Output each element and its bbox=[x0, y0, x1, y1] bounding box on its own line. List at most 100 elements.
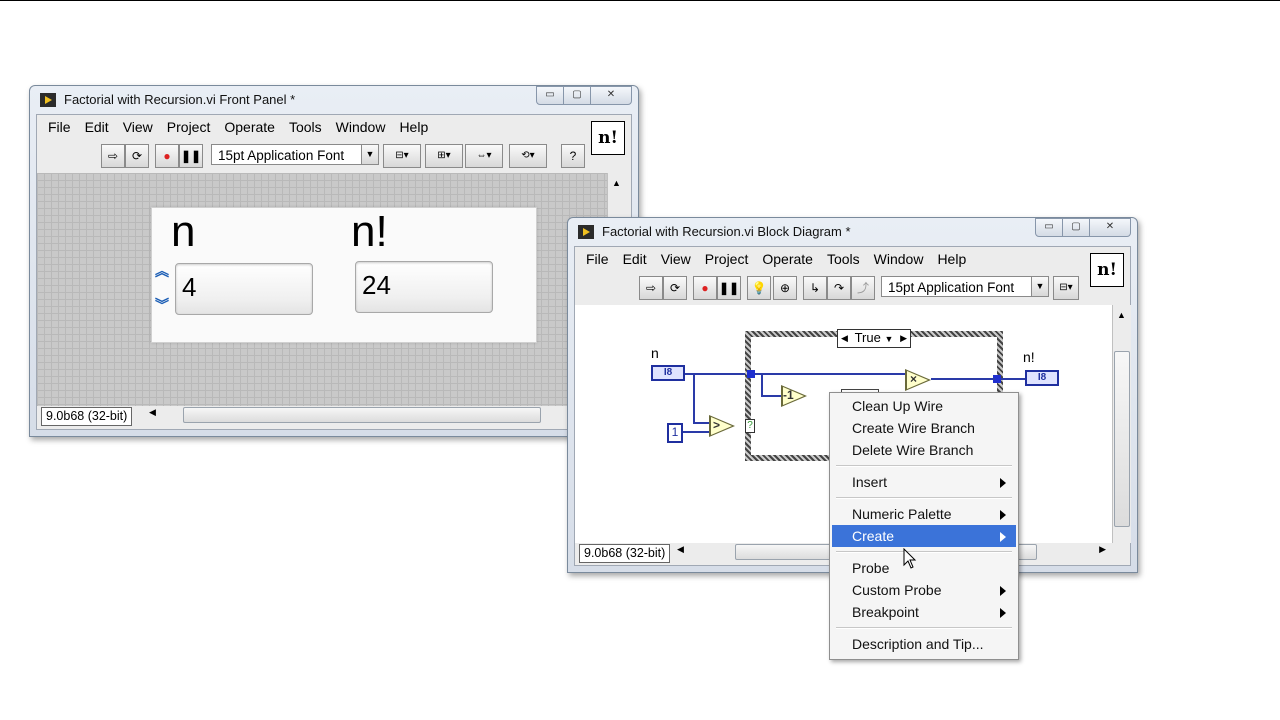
horizontal-scrollbar[interactable]: ◀ bbox=[147, 406, 625, 423]
menu-project[interactable]: Project bbox=[698, 251, 756, 267]
n-numeric-control[interactable]: 4 bbox=[175, 263, 313, 315]
align-objects-icon[interactable]: ⊟▾ bbox=[383, 144, 421, 168]
step-out-icon[interactable]: ⤴ bbox=[851, 276, 875, 300]
distribute-objects-icon[interactable]: ⊞▾ bbox=[425, 144, 463, 168]
menu-window[interactable]: Window bbox=[329, 119, 393, 135]
nfact-output-terminal[interactable]: I8 bbox=[1025, 370, 1059, 386]
scroll-up-icon[interactable]: ▲ bbox=[612, 178, 621, 188]
menu-item-create-wire-branch[interactable]: Create Wire Branch bbox=[832, 417, 1016, 439]
wire[interactable] bbox=[693, 373, 695, 423]
input-tunnel[interactable] bbox=[747, 370, 755, 378]
close-button[interactable]: ✕ bbox=[590, 86, 632, 105]
block-diagram-titlebar[interactable]: Factorial with Recursion.vi Block Diagra… bbox=[568, 218, 1137, 246]
menu-item-probe[interactable]: Probe bbox=[832, 557, 1016, 579]
abort-icon[interactable]: ● bbox=[155, 144, 179, 168]
scroll-left-icon[interactable]: ◀ bbox=[677, 544, 684, 555]
wire[interactable] bbox=[761, 373, 763, 397]
wire[interactable] bbox=[1001, 378, 1027, 380]
n-input-terminal[interactable]: I8 bbox=[651, 365, 685, 381]
scroll-right-icon[interactable]: ▶ bbox=[1099, 544, 1106, 555]
menu-item-label: Breakpoint bbox=[852, 604, 919, 620]
scroll-thumb[interactable] bbox=[183, 407, 541, 423]
pause-icon[interactable]: ❚❚ bbox=[717, 276, 741, 300]
menu-item-clean-up-wire[interactable]: Clean Up Wire bbox=[832, 395, 1016, 417]
multiply-node[interactable] bbox=[905, 369, 931, 391]
menu-tools[interactable]: Tools bbox=[820, 251, 867, 267]
submenu-arrow-icon bbox=[1000, 532, 1006, 542]
menu-edit[interactable]: Edit bbox=[616, 251, 654, 267]
wire[interactable] bbox=[755, 373, 905, 375]
run-continuously-icon[interactable]: ⟳ bbox=[125, 144, 149, 168]
menu-item-breakpoint[interactable]: Breakpoint bbox=[832, 601, 1016, 623]
window-title: Factorial with Recursion.vi Block Diagra… bbox=[602, 224, 851, 239]
menu-file[interactable]: File bbox=[579, 251, 616, 267]
step-over-icon[interactable]: ↷ bbox=[827, 276, 851, 300]
scroll-left-icon[interactable]: ◀ bbox=[149, 407, 156, 418]
menu-item-insert[interactable]: Insert bbox=[832, 471, 1016, 493]
close-button[interactable]: ✕ bbox=[1089, 218, 1131, 237]
resize-objects-icon[interactable]: ⇔▾ bbox=[465, 144, 503, 168]
menu-item-label: Create Wire Branch bbox=[852, 420, 975, 436]
menu-file[interactable]: File bbox=[41, 119, 78, 135]
vi-connector-icon[interactable]: n! bbox=[591, 121, 625, 155]
toolbar: ⇨ ⟳ ● ❚❚ 💡 ⊕ ↳ ↷ ⤴ 15pt Application Font… bbox=[575, 273, 1079, 301]
menu-operate[interactable]: Operate bbox=[217, 119, 282, 135]
menu-item-create[interactable]: Create bbox=[832, 525, 1016, 547]
align-objects-icon[interactable]: ⊟▾ bbox=[1053, 276, 1079, 300]
menu-window[interactable]: Window bbox=[867, 251, 931, 267]
wire[interactable] bbox=[931, 378, 995, 380]
minimize-button[interactable]: ▭ bbox=[536, 86, 564, 105]
constant-one[interactable]: 1 bbox=[667, 423, 683, 443]
vertical-scrollbar[interactable]: ▲ bbox=[1112, 305, 1131, 543]
menu-item-numeric-palette[interactable]: Numeric Palette bbox=[832, 503, 1016, 525]
menu-item-description-and-tip[interactable]: Description and Tip... bbox=[832, 633, 1016, 655]
menu-item-custom-probe[interactable]: Custom Probe bbox=[832, 579, 1016, 601]
input-terminal-label: n bbox=[651, 345, 659, 361]
submenu-arrow-icon bbox=[1000, 586, 1006, 596]
scroll-up-icon[interactable]: ▲ bbox=[1117, 310, 1126, 320]
chevron-down-icon: ▼ bbox=[884, 334, 894, 344]
run-arrow-icon[interactable]: ⇨ bbox=[639, 276, 663, 300]
increment-icon[interactable]: ︽ bbox=[155, 261, 169, 281]
menu-separator bbox=[836, 551, 1012, 553]
run-arrow-icon[interactable]: ⇨ bbox=[101, 144, 125, 168]
menu-item-delete-wire-branch[interactable]: Delete Wire Branch bbox=[832, 439, 1016, 461]
case-prev-icon[interactable]: ◀ bbox=[841, 330, 848, 346]
scroll-thumb[interactable] bbox=[1114, 351, 1130, 527]
font-selector[interactable]: 15pt Application Font ▼ bbox=[881, 276, 1049, 297]
menu-view[interactable]: View bbox=[116, 119, 160, 135]
maximize-button[interactable]: ▢ bbox=[563, 86, 591, 105]
menu-help[interactable]: Help bbox=[392, 119, 435, 135]
wire[interactable] bbox=[761, 395, 783, 397]
menu-edit[interactable]: Edit bbox=[78, 119, 116, 135]
case-selector-terminal[interactable]: ? bbox=[745, 419, 755, 433]
version-status: 9.0b68 (32-bit) bbox=[579, 544, 671, 563]
front-panel-titlebar[interactable]: Factorial with Recursion.vi Front Panel … bbox=[30, 86, 638, 114]
maximize-button[interactable]: ▢ bbox=[1062, 218, 1090, 237]
menu-view[interactable]: View bbox=[654, 251, 698, 267]
retain-wire-values-icon[interactable]: ⊕ bbox=[773, 276, 797, 300]
font-selector[interactable]: 15pt Application Font ▼ bbox=[211, 144, 379, 165]
help-icon[interactable]: ? bbox=[561, 144, 585, 168]
menu-separator bbox=[836, 497, 1012, 499]
abort-icon[interactable]: ● bbox=[693, 276, 717, 300]
reorder-icon[interactable]: ⟲▾ bbox=[509, 144, 547, 168]
font-selector-value: 15pt Application Font bbox=[218, 148, 345, 163]
n-control-label: n bbox=[171, 207, 196, 256]
menu-operate[interactable]: Operate bbox=[755, 251, 820, 267]
step-into-icon[interactable]: ↳ bbox=[803, 276, 827, 300]
vi-connector-icon[interactable]: n! bbox=[1090, 253, 1124, 287]
case-next-icon[interactable]: ▶ bbox=[900, 330, 907, 346]
menu-help[interactable]: Help bbox=[930, 251, 973, 267]
run-continuously-icon[interactable]: ⟳ bbox=[663, 276, 687, 300]
context-menu: Clean Up Wire Create Wire Branch Delete … bbox=[829, 392, 1019, 660]
version-status: 9.0b68 (32-bit) bbox=[41, 407, 133, 426]
highlight-execution-icon[interactable]: 💡 bbox=[747, 276, 771, 300]
pause-icon[interactable]: ❚❚ bbox=[179, 144, 203, 168]
decrement-icon[interactable]: ︾ bbox=[155, 295, 169, 315]
menu-tools[interactable]: Tools bbox=[282, 119, 329, 135]
minimize-button[interactable]: ▭ bbox=[1035, 218, 1063, 237]
menu-project[interactable]: Project bbox=[160, 119, 218, 135]
case-selector[interactable]: ◀ True ▼ ▶ bbox=[837, 329, 911, 348]
front-panel-window[interactable]: Factorial with Recursion.vi Front Panel … bbox=[29, 85, 639, 437]
